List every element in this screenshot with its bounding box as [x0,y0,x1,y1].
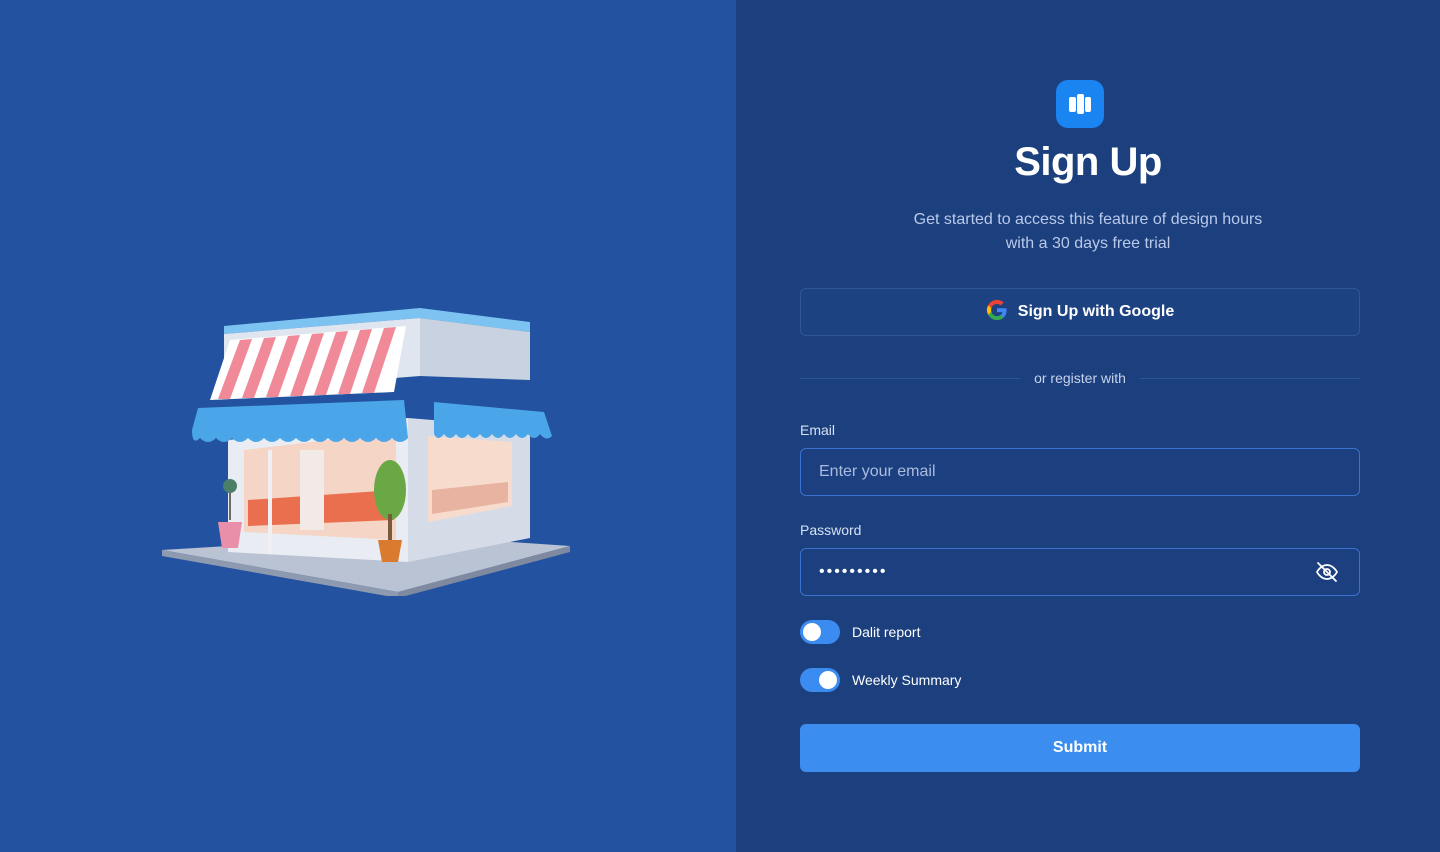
toggle-knob [803,623,821,641]
email-field[interactable] [819,463,1341,481]
divider: or register with [800,368,1360,388]
email-field-container [800,448,1360,496]
submit-button[interactable]: Submit [800,724,1360,772]
page-subtitle: Get started to access this feature of de… [888,208,1288,256]
google-signup-button[interactable]: Sign Up with Google [800,288,1360,336]
subtitle-line-2: with a 30 days free trial [1005,235,1171,252]
daily-report-label: Dalit report [852,624,921,640]
divider-text: or register with [1034,370,1126,386]
page-title: Sign Up [1014,140,1162,184]
google-icon [986,299,1008,326]
password-label: Password [800,522,862,538]
weekly-summary-toggle[interactable] [800,668,840,692]
daily-report-toggle[interactable] [800,620,840,644]
toggle-row-weekly-summary: Weekly Summary [800,668,961,692]
divider-line-right [1139,377,1360,379]
email-label: Email [800,422,836,438]
toggle-row-daily-report: Dalit report [800,620,920,644]
subtitle-line-1: Get started to access this feature of de… [913,211,1263,228]
google-button-label: Sign Up with Google [1017,303,1175,320]
password-field-container: ••••••••• [800,548,1360,596]
eye-off-icon[interactable] [1313,558,1341,586]
app-logo-icon [1056,80,1104,128]
storefront-illustration [162,308,570,596]
weekly-summary-label: Weekly Summary [852,672,962,688]
left-panel [0,0,736,852]
divider-line-left [800,377,1021,379]
toggle-knob [819,671,837,689]
signup-panel: Sign Up Get started to access this featu… [736,0,1440,852]
password-field[interactable]: ••••••••• [819,563,1313,581]
